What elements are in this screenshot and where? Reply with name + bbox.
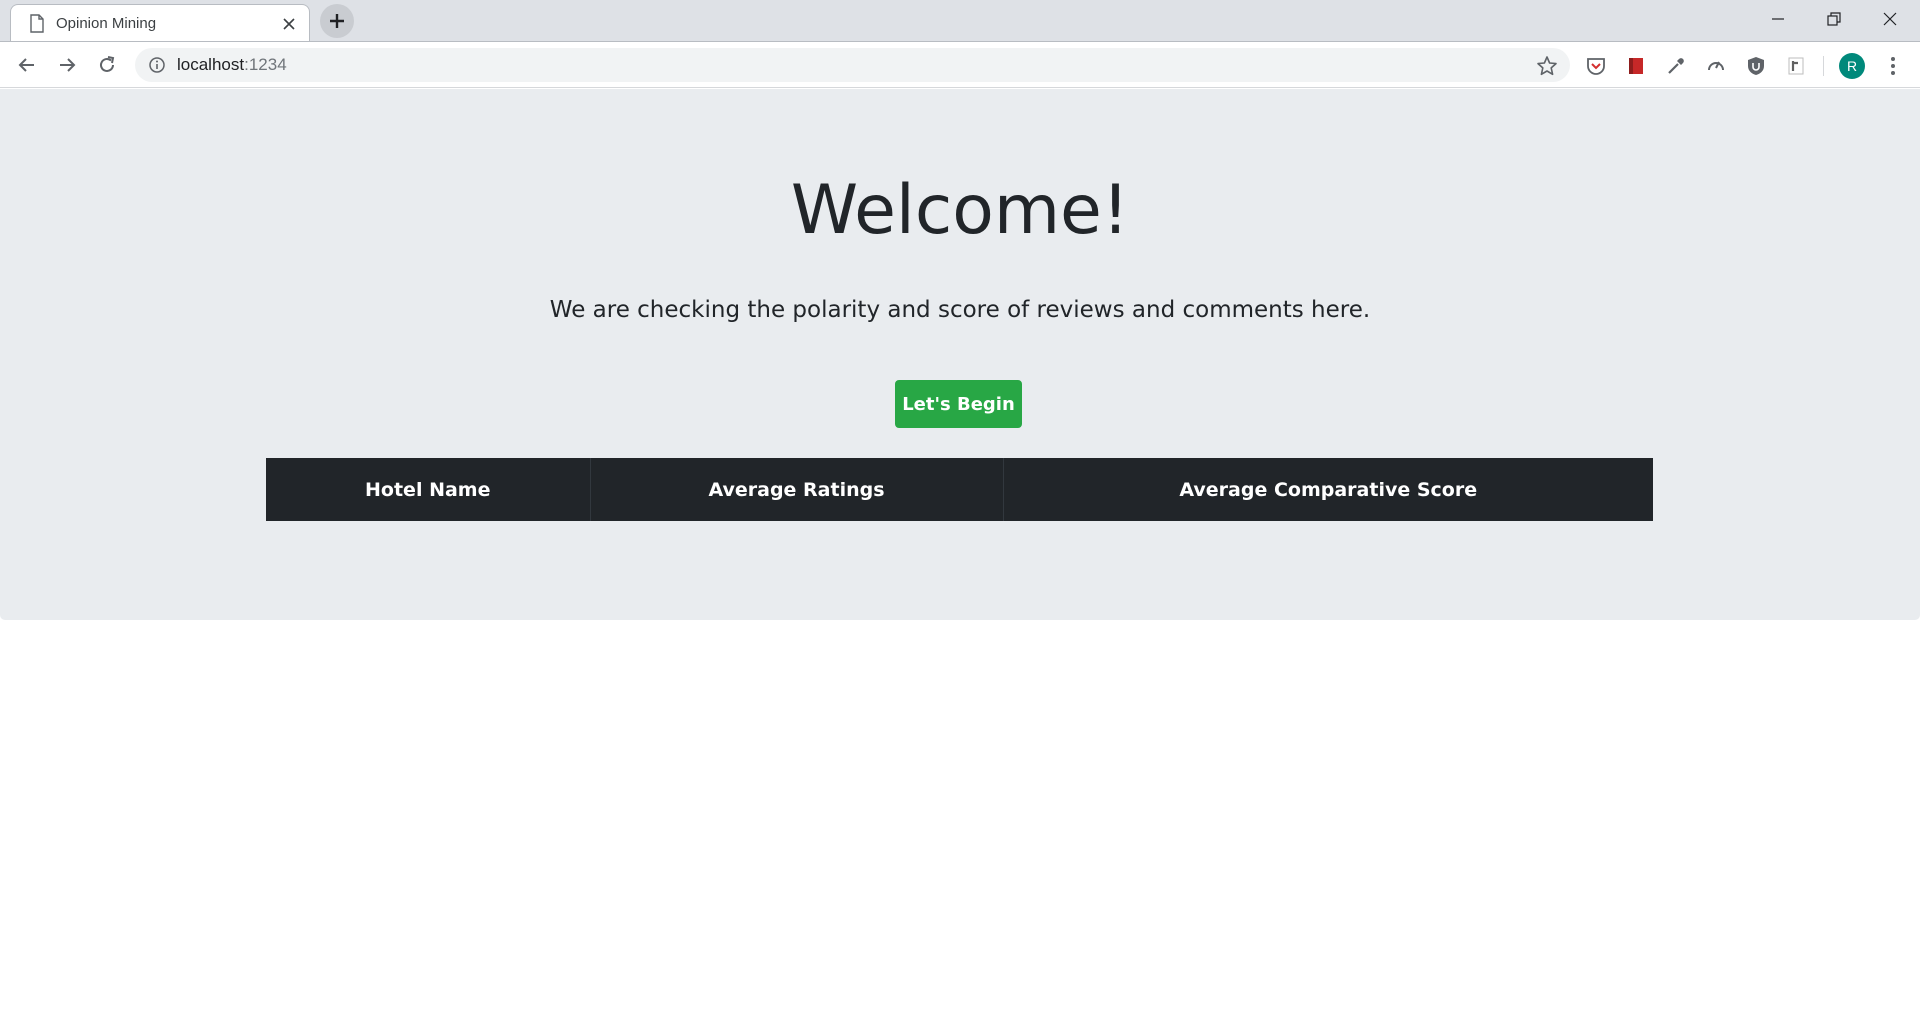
speedometer-icon[interactable] [1703,53,1729,79]
restore-icon[interactable] [1806,0,1862,38]
close-icon[interactable] [279,14,299,34]
back-arrow-icon[interactable] [11,49,43,81]
bookmark-star-icon[interactable] [1536,55,1558,77]
new-tab-button[interactable] [320,4,354,38]
url-host: localhost [177,55,245,74]
tab-strip: Opinion Mining [0,0,1920,42]
url-text: localhost:1234 [177,55,287,75]
kebab-menu-icon[interactable] [1880,53,1906,79]
page-icon [29,14,45,33]
lead-text: We are checking the polarity and score o… [549,297,1371,323]
table-header-row: Hotel Name Average Ratings Average Compa… [266,458,1653,521]
pocket-icon[interactable] [1583,53,1609,79]
header-hotel-name: Hotel Name [365,478,491,501]
ublock-shield-icon[interactable] [1743,53,1769,79]
header-average-comparative-score: Average Comparative Score [1002,458,1653,521]
jumbotron: Welcome! We are checking the polarity an… [0,89,1920,620]
browser-toolbar: localhost:1234 R [0,41,1920,88]
toolbar-divider [1823,56,1824,76]
url-port: :1234 [244,55,287,74]
eyedropper-icon[interactable] [1663,53,1689,79]
forward-arrow-icon[interactable] [51,49,83,81]
bookmark-red-icon[interactable] [1623,53,1649,79]
hotel-table: Hotel Name Average Ratings Average Compa… [266,458,1653,521]
info-icon[interactable] [148,56,166,74]
minimize-icon[interactable] [1750,0,1806,38]
browser-tab[interactable]: Opinion Mining [10,4,310,42]
readability-icon[interactable] [1783,53,1809,79]
address-bar[interactable]: localhost:1234 [135,48,1570,82]
header-average-ratings: Average Ratings [589,458,1003,521]
lets-begin-button[interactable]: Let's Begin [895,380,1022,428]
profile-avatar[interactable]: R [1839,53,1865,79]
page-title: Welcome! [790,171,1130,250]
table-header: Hotel Name Average Ratings Average Compa… [266,458,1653,521]
close-window-icon[interactable] [1862,0,1918,38]
tab-title: Opinion Mining [56,15,157,32]
reload-icon[interactable] [91,49,123,81]
